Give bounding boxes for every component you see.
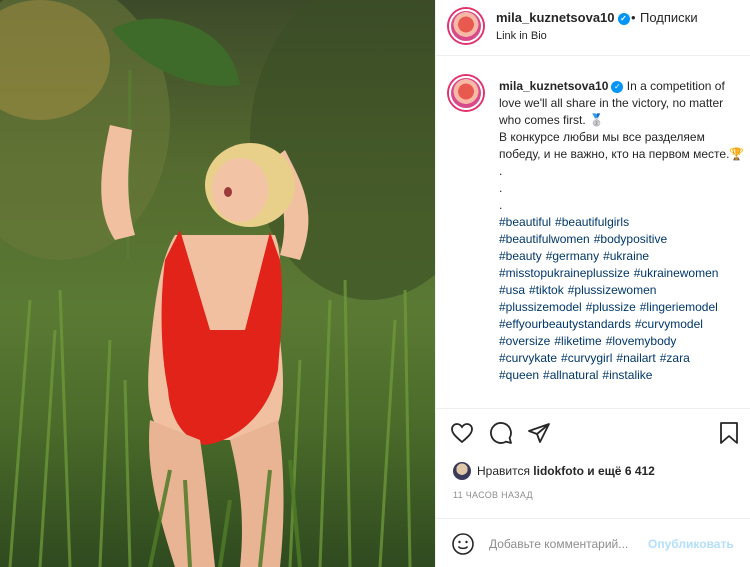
comment-icon[interactable] (489, 421, 513, 445)
hashtag-link[interactable]: #instalike (602, 368, 652, 382)
post-actions (436, 408, 750, 453)
caption-text: mila_kuznetsova10 ✓ In a competition of l… (499, 78, 747, 384)
hashtag-link[interactable]: #curvykate (499, 351, 557, 365)
hashtag-link[interactable]: #plussizewomen (568, 283, 657, 297)
hashtag-link[interactable]: #oversize (499, 334, 550, 348)
post-timestamp[interactable]: 11 ЧАСОВ НАЗАД (453, 490, 533, 500)
caption-line: . (499, 198, 503, 212)
following-button[interactable]: Подписки (640, 10, 698, 25)
hashtag-link[interactable]: #effyourbeautystandards (499, 317, 631, 331)
verified-badge-icon: ✓ (617, 12, 630, 25)
hashtag-link[interactable]: #lingeriemodel (640, 300, 718, 314)
hashtag-link[interactable]: #ukraine (603, 249, 649, 263)
caption-line: . (499, 181, 503, 195)
post-side-panel: mila_kuznetsova10 ✓ • Подписки Link in Bi… (435, 0, 750, 567)
caption-line: . (499, 164, 503, 178)
heart-icon[interactable] (450, 421, 474, 445)
hashtag-link[interactable]: #plussize (586, 300, 636, 314)
hashtag-link[interactable]: #misstopukraineplussize (499, 266, 630, 280)
hashtag-link[interactable]: #beautifulgirls (555, 215, 629, 229)
smiley-icon[interactable] (451, 532, 475, 556)
hashtag-list: #beautiful #beautifulgirls #beautifulwome… (499, 214, 747, 384)
hashtag-link[interactable]: #ukrainewomen (634, 266, 719, 280)
hashtag-link[interactable]: #plussizemodel (499, 300, 582, 314)
liker-username[interactable]: lidokfoto (533, 464, 584, 478)
caption: mila_kuznetsova10 ✓ In a competition of l… (449, 72, 749, 407)
likes-prefix: Нравится (477, 464, 530, 478)
bookmark-icon[interactable] (717, 421, 741, 445)
post-photo[interactable] (0, 0, 435, 567)
hashtag-link[interactable]: #nailart (616, 351, 655, 365)
hashtag-link[interactable]: #zara (660, 351, 690, 365)
hashtag-link[interactable]: #queen (499, 368, 539, 382)
post-header: mila_kuznetsova10 ✓ • Подписки Link in Bi… (436, 0, 750, 56)
liker-avatar[interactable] (453, 462, 471, 480)
photo-illustration (0, 0, 435, 567)
publish-button[interactable]: Опубликовать (648, 537, 734, 551)
caption-avatar[interactable] (449, 76, 483, 110)
username-text[interactable]: mila_kuznetsova10 (496, 10, 615, 25)
username-link[interactable]: mila_kuznetsova10 ✓ (496, 10, 630, 25)
hashtag-link[interactable]: #germany (546, 249, 599, 263)
separator-dot: • (631, 10, 636, 25)
hashtag-link[interactable]: #beautifulwomen (499, 232, 590, 246)
avatar[interactable] (449, 9, 483, 43)
comment-form: Добавьте комментарий... Опубликовать (436, 518, 750, 567)
caption-username[interactable]: mila_kuznetsova10 (499, 79, 608, 93)
hashtag-link[interactable]: #bodypositive (594, 232, 667, 246)
hashtag-link[interactable]: #usa (499, 283, 525, 297)
comment-input[interactable]: Добавьте комментарий... (489, 537, 628, 551)
verified-badge-icon: ✓ (611, 80, 624, 93)
paper-plane-icon[interactable] (527, 421, 551, 445)
hashtag-link[interactable]: #lovemybody (606, 334, 677, 348)
hashtag-link[interactable]: #tiktok (529, 283, 564, 297)
hashtag-link[interactable]: #allnatural (543, 368, 598, 382)
link-in-bio[interactable]: Link in Bio (496, 30, 547, 42)
hashtag-link[interactable]: #beauty (499, 249, 542, 263)
likes-count[interactable]: и ещё 6 412 (587, 464, 655, 478)
hashtag-link[interactable]: #curvymodel (635, 317, 703, 331)
caption-line: В конкурсе любви мы все разделяем победу… (499, 130, 745, 161)
hashtag-link[interactable]: #liketime (554, 334, 601, 348)
hashtag-link[interactable]: #curvygirl (561, 351, 612, 365)
likes-summary: Нравится lidokfoto и ещё 6 412 (453, 461, 655, 481)
hashtag-link[interactable]: #beautiful (499, 215, 551, 229)
